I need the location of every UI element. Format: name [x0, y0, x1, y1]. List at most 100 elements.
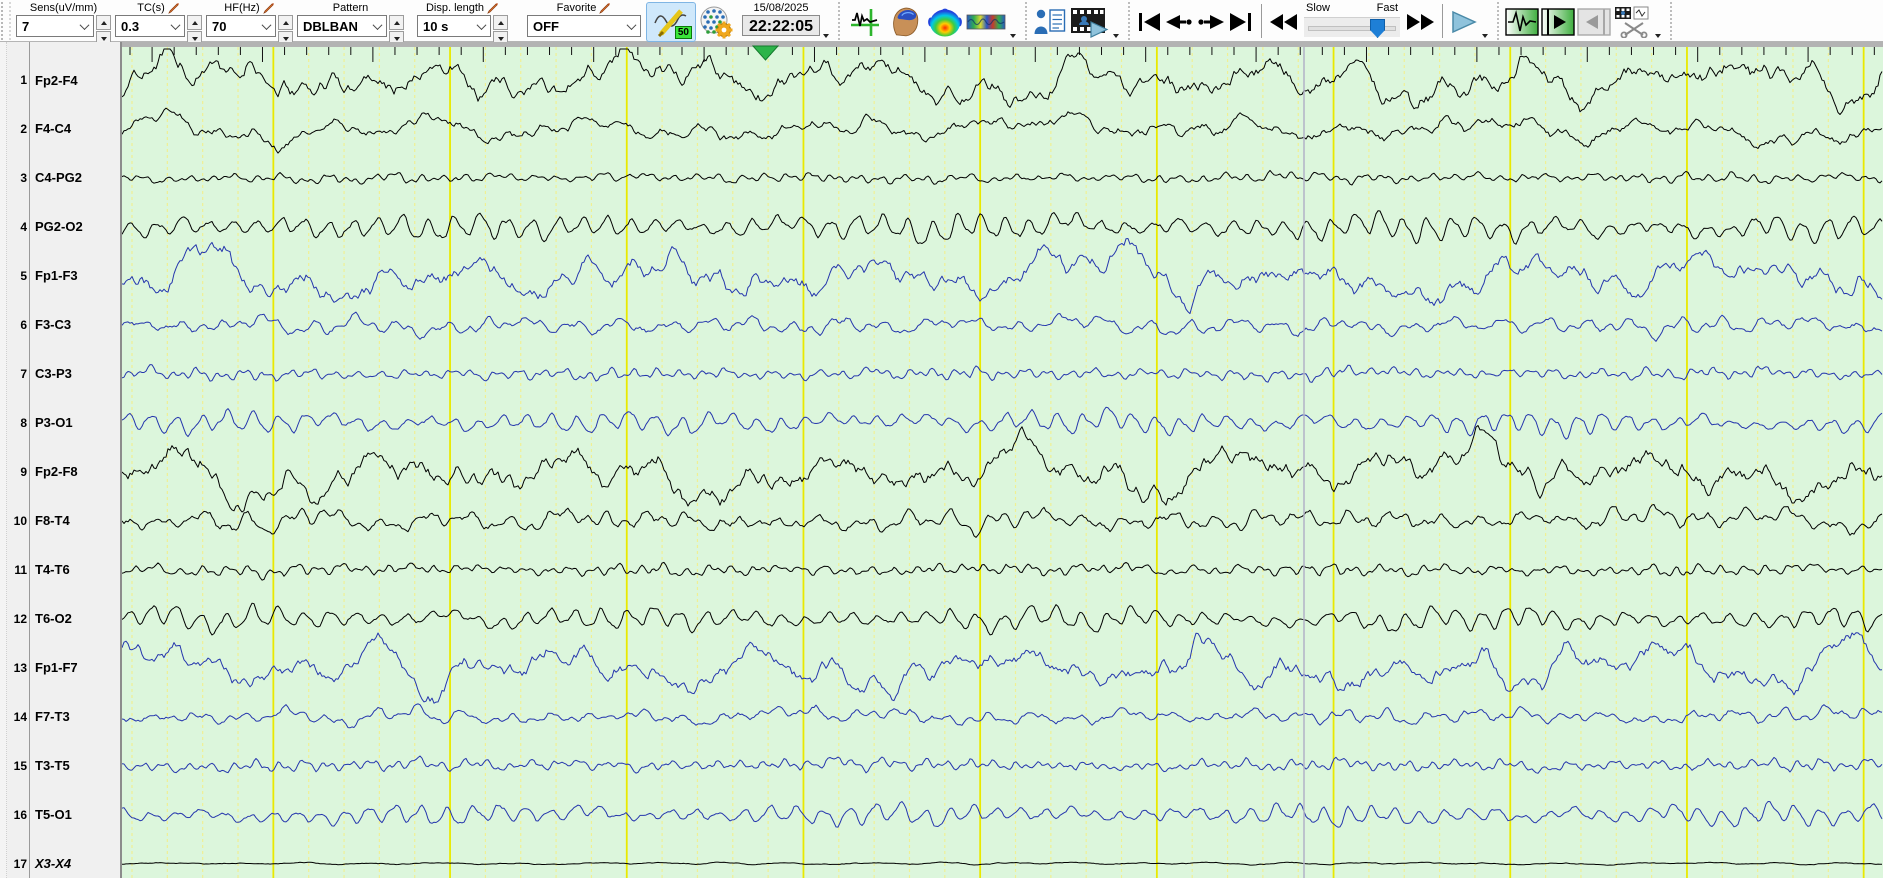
- play-box-icon: [1541, 8, 1575, 36]
- pattern-spin-up-button[interactable]: [389, 15, 404, 30]
- disp-spin-up-button[interactable]: [493, 15, 508, 30]
- notch-frequency-badge: 50: [674, 26, 692, 39]
- channel-row[interactable]: 13 Fp1-F7: [0, 659, 118, 677]
- fast-forward-icon: [1407, 14, 1435, 30]
- notch-filter-button[interactable]: 50: [646, 2, 696, 42]
- time-display: 22:22:05: [742, 15, 821, 36]
- video-clip-cut-button[interactable]: [1612, 2, 1652, 42]
- channel-number: 1: [20, 73, 27, 87]
- channel-label: X3-X4: [35, 856, 72, 872]
- chevron-down-icon: [623, 19, 640, 30]
- channel-row[interactable]: 7 C3-P3: [0, 365, 118, 383]
- channel-row[interactable]: 4 PG2-O2: [0, 218, 118, 236]
- eeg-review-button[interactable]: [845, 2, 885, 42]
- separator: [1025, 2, 1028, 40]
- edit-pencil-icon[interactable]: [487, 2, 499, 14]
- eeg-trace-C4-PG2: [122, 169, 1883, 186]
- channel-row[interactable]: 3 C4-PG2: [0, 169, 118, 187]
- channel-row[interactable]: 1 Fp2-F4: [0, 71, 118, 89]
- hf-combo[interactable]: 70: [206, 15, 276, 37]
- channel-label: T4-T6: [35, 562, 70, 578]
- speed-slider[interactable]: [1304, 17, 1401, 38]
- channel-row[interactable]: 11 T4-T6: [0, 561, 118, 579]
- spectrogram-icon: [966, 14, 1006, 30]
- skip-to-start-button[interactable]: [1135, 2, 1163, 42]
- date-label: 15/08/2025: [753, 2, 809, 14]
- skip-start-icon: [1139, 13, 1161, 31]
- channel-row[interactable]: 16 T5-O1: [0, 806, 118, 824]
- pattern-group: Pattern DBLBAN: [297, 1, 404, 46]
- play-icon: [1452, 10, 1477, 34]
- channel-number: 6: [20, 317, 27, 332]
- channel-number: 17: [13, 856, 27, 871]
- channel-number: 12: [13, 611, 27, 626]
- topography-map-button[interactable]: [925, 2, 965, 42]
- edit-pencil-icon[interactable]: [167, 2, 180, 14]
- sens-combo[interactable]: 7: [16, 15, 94, 37]
- disp-length-group: Disp. length 10 s: [417, 1, 508, 46]
- favorite-label: Favorite: [556, 2, 597, 14]
- chevron-down-icon: [76, 19, 93, 30]
- eeg-trace-Fp1-F7: [122, 632, 1883, 704]
- separator: [1670, 2, 1673, 40]
- faster-button[interactable]: [1404, 2, 1436, 42]
- tc-combo[interactable]: 0.3: [115, 15, 185, 37]
- edit-pencil-icon[interactable]: [599, 2, 611, 14]
- step-back-button[interactable]: [1163, 2, 1195, 42]
- hf-value: 70: [212, 18, 227, 34]
- tc-spin-up-button[interactable]: [187, 15, 202, 30]
- channel-row[interactable]: 10 F8-T4: [0, 512, 118, 530]
- hf-spin-up-button[interactable]: [278, 15, 293, 30]
- disp-length-combo[interactable]: 10 s: [417, 15, 491, 37]
- electrode-map-gear-icon: [700, 6, 733, 39]
- position-marker[interactable]: [751, 45, 780, 61]
- favorite-group: Favorite OFF: [527, 1, 641, 37]
- play-from-cursor-button[interactable]: [1540, 2, 1576, 42]
- channel-label: F8-T4: [35, 513, 70, 529]
- channel-row[interactable]: 2 F4-C4: [0, 120, 118, 138]
- channel-number: 9: [20, 464, 27, 479]
- tc-label: TC(s): [137, 2, 165, 14]
- play-button[interactable]: [1449, 2, 1479, 42]
- channel-row[interactable]: 8 P3-O1: [0, 414, 118, 432]
- head-3d-map-button[interactable]: [885, 2, 925, 42]
- edit-pencil-icon[interactable]: [262, 2, 275, 14]
- spectrogram-dropdown-button[interactable]: [1008, 31, 1018, 41]
- channel-label: C4-PG2: [35, 170, 82, 186]
- sens-label: Sens(uV/mm): [29, 2, 98, 14]
- skip-end-icon: [1230, 13, 1252, 31]
- channel-row[interactable]: 17 X3-X4: [0, 855, 118, 873]
- channel-label: P3-O1: [35, 415, 73, 431]
- channel-label: Fp1-F3: [35, 268, 78, 284]
- speed-slider-thumb[interactable]: [1370, 19, 1386, 38]
- spectrogram-button[interactable]: [965, 2, 1007, 42]
- step-forward-button[interactable]: [1195, 2, 1227, 42]
- video-dropdown-button[interactable]: [1111, 31, 1121, 41]
- channel-row[interactable]: 5 Fp1-F3: [0, 267, 118, 285]
- datetime-dropdown-button[interactable]: [821, 31, 831, 41]
- montage-settings-button[interactable]: [696, 2, 736, 42]
- disp-length-value: 10 s: [423, 18, 449, 34]
- clip-dropdown-button[interactable]: [1653, 31, 1663, 41]
- channel-row[interactable]: 12 T6-O2: [0, 610, 118, 628]
- play-dropdown-button[interactable]: [1480, 31, 1490, 41]
- toolbar-grip[interactable]: [1, 2, 11, 40]
- topo-map-icon: [928, 8, 962, 37]
- patient-info-button[interactable]: [1032, 2, 1068, 42]
- channel-row[interactable]: 15 T3-T5: [0, 757, 118, 775]
- slower-button[interactable]: [1268, 2, 1300, 42]
- channel-row[interactable]: 9 Fp2-F8: [0, 463, 118, 481]
- trace-area[interactable]: [120, 42, 1883, 878]
- chevron-down-icon: [258, 19, 275, 30]
- channel-row[interactable]: 6 F3-C3: [0, 316, 118, 334]
- favorite-combo[interactable]: OFF: [527, 15, 641, 37]
- panel-splitter[interactable]: [0, 42, 7, 878]
- chevron-down-icon: [167, 19, 184, 30]
- channel-row[interactable]: 14 F7-T3: [0, 708, 118, 726]
- pattern-combo[interactable]: DBLBAN: [297, 15, 387, 37]
- video-playback-button[interactable]: [1068, 2, 1110, 42]
- skip-to-end-button[interactable]: [1227, 2, 1255, 42]
- sens-spin-up-button[interactable]: [96, 15, 111, 30]
- head-3d-icon: [893, 7, 919, 37]
- wave-review-mode-button[interactable]: [1504, 2, 1540, 42]
